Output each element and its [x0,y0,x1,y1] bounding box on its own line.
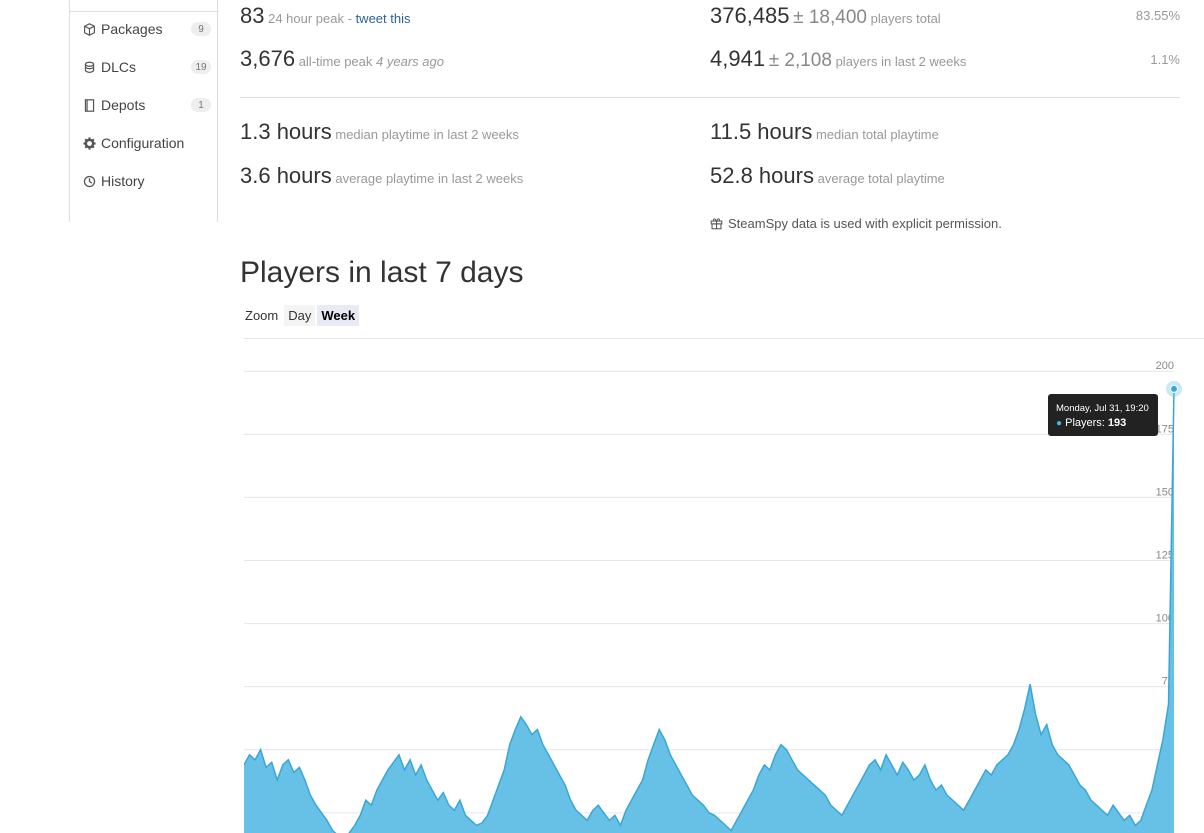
y-tick-label: 200 [1156,360,1174,372]
stat-label: median playtime in last 2 weeks [335,127,519,142]
average-2w-stat: 3.6 hours average playtime in last 2 wee… [240,163,523,189]
players-area [244,388,1174,833]
count-badge: 9 [191,22,211,36]
stat-ago: 4 years ago [376,54,444,69]
zoom-label: Zoom [245,307,279,323]
sidebar-item-packages[interactable]: Packages 9 [81,17,211,41]
stat-margin: ± 2,108 [768,50,832,71]
sidebar-item-label: DLCs [101,59,137,75]
sidebar-item-label: History [101,173,145,189]
history-icon [81,173,97,189]
stat-label: average total playtime [817,171,945,186]
owners-percent: 83.55% [1135,8,1180,23]
count-badge: 19 [191,60,211,74]
depot-icon [81,97,97,113]
sidebar-item-configuration[interactable]: Configuration [81,131,211,155]
median-2w-stat: 1.3 hours median playtime in last 2 week… [240,119,519,145]
dlc-icon [81,59,97,75]
stat-value: 376,485 [710,3,790,28]
permission-text: SteamSpy data is used with explicit perm… [728,216,1002,231]
stat-label: median total playtime [815,127,939,142]
zoom-week-button[interactable]: Week [317,304,360,326]
sidebar-item-history[interactable]: History [81,169,211,193]
owners-stat: 376,485 ± 18,400 players total [710,3,941,29]
chart-title: Players in last 7 days [240,256,524,289]
stat-value: 3.6 hours [240,163,332,188]
y-tick-label: 175 [1156,423,1174,435]
stat-label: average playtime in last 2 weeks [335,171,524,186]
stat-label: all-time peak [298,54,373,69]
tooltip-series: Players: [1065,417,1105,429]
recent-players-stat: 4,941 ± 2,108 players in last 2 weeks [710,46,966,72]
stat-label: 24 hour peak - [268,11,356,26]
package-icon [81,21,97,37]
sidebar-item-label: Depots [101,97,146,113]
sidebar: Packages 9 DLCs 19 Depots 1 Configuratio… [69,0,218,222]
gear-icon [81,135,97,151]
stat-margin: ± 18,400 [793,7,867,28]
y-tick-label: 150 [1156,486,1174,498]
zoom-controls: Zoom Day Week [245,303,361,327]
average-total-stat: 52.8 hours average total playtime [710,163,945,189]
permission-note: SteamSpy data is used with explicit perm… [710,216,1002,231]
median-total-stat: 11.5 hours median total playtime [710,119,939,145]
sidebar-item-label: Packages [101,21,163,37]
stat-value: 3,676 [240,46,296,71]
hover-point[interactable] [1170,384,1178,393]
tweet-link[interactable]: tweet this [356,11,411,26]
sidebar-item-label: Configuration [101,135,185,151]
stat-value: 83 [240,3,265,28]
stat-value: 11.5 hours [710,119,813,144]
gift-icon [710,217,728,230]
stat-label: players in last 2 weeks [835,54,967,69]
sidebar-item-depots[interactable]: Depots 1 [81,93,211,117]
stat-value: 52.8 hours [710,163,814,188]
recent-percent: 1.1% [1150,52,1180,67]
stat-value: 1.3 hours [240,119,332,144]
divider [240,97,1180,98]
stat-value: 4,941 [710,46,766,71]
stat-label: players total [870,11,941,26]
peak-24h-stat: 83 24 hour peak - tweet this [240,3,410,29]
tooltip-value-row: ● Players: 193 [1056,417,1150,429]
sidebar-item-dlcs[interactable]: DLCs 19 [81,55,211,79]
alltime-peak-stat: 3,676 all-time peak 4 years ago [240,46,444,72]
tooltip-date: Monday, Jul 31, 19:20 [1056,403,1149,414]
count-badge: 1 [191,98,211,112]
series-dot: ● [1056,418,1063,429]
tooltip-value: 193 [1107,417,1127,429]
chart-tooltip: Monday, Jul 31, 19:20 ● Players: 193 [1048,394,1158,436]
zoom-day-button[interactable]: Day [284,304,316,326]
